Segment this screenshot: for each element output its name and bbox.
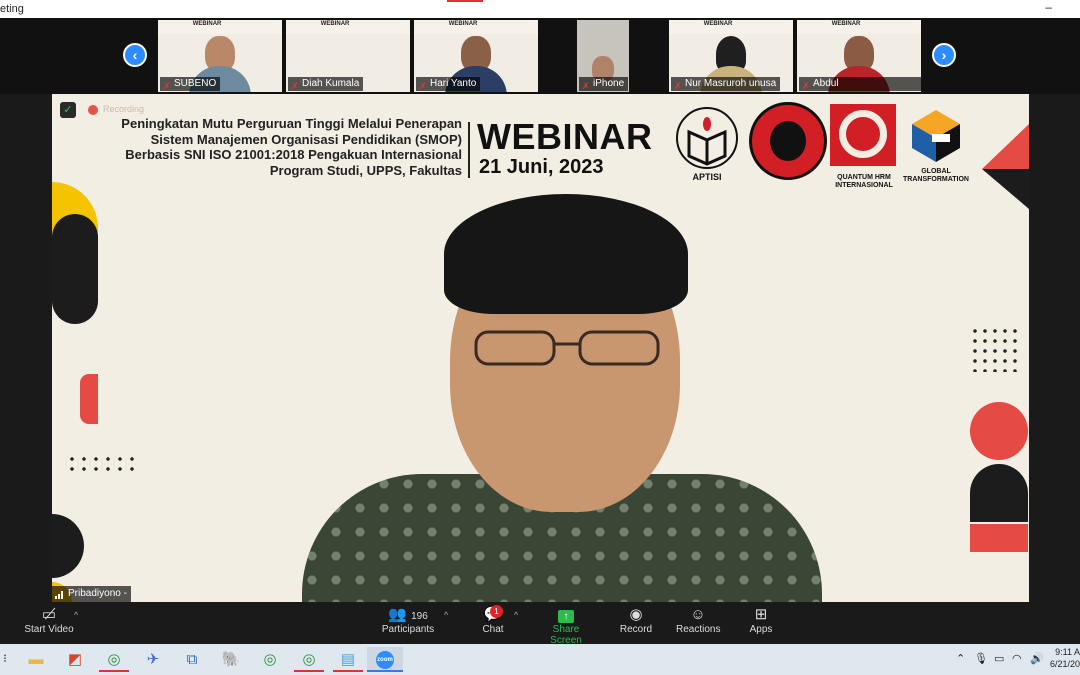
global-transformation-logo [912, 110, 960, 162]
thumb-banner: WEBINAR [797, 20, 921, 34]
main-video[interactable]: ✓ Recording Peningkatan Mutu Perguruan T… [52, 94, 1029, 602]
chrome-icon[interactable]: ◎ [99, 647, 129, 672]
recording-dot-icon [88, 105, 98, 115]
share-screen-icon: ↑ [536, 606, 596, 624]
video-off-icon: ▭̸ [41, 606, 57, 623]
app-icon[interactable]: ✈ [138, 647, 168, 672]
participant-tile[interactable]: WEBINAR ✗ Nur Masruroh unusa [669, 20, 793, 92]
window-title: eting [0, 3, 24, 15]
database-app-icon[interactable]: 🐘 [216, 647, 246, 672]
thumb-banner: WEBINAR [669, 20, 793, 34]
participant-tile[interactable]: WEBINAR ✗ Hari Yanto [414, 20, 538, 92]
mic-muted-icon: ✗ [291, 81, 299, 91]
battery-icon[interactable]: ▭ [994, 652, 1004, 665]
participant-name-label: ✗ Nur Masruroh unusa [671, 77, 781, 91]
taskbar-edge: ⁝ [3, 653, 7, 665]
decor-shape [982, 169, 1029, 209]
decor-dots [66, 454, 136, 476]
mic-muted-icon: ✗ [163, 81, 171, 91]
participant-name-label: ✗Abdul Wahid_Kemena... [799, 77, 921, 91]
notes-app-icon[interactable]: ▤ [333, 647, 363, 672]
apps-button[interactable]: ⊞ Apps [748, 606, 774, 635]
participant-name-label: ✗ SUBENO [160, 77, 221, 91]
wifi-icon[interactable]: ◠ [1012, 652, 1022, 665]
decor-shape [970, 464, 1028, 522]
zoom-app-icon[interactable]: zoom [367, 647, 403, 672]
speaker-glasses [474, 330, 660, 366]
decor-shape [80, 374, 98, 424]
reactions-icon: ☺ [690, 606, 706, 623]
taskbar: ⁝ ▬ ◩ ◎ ✈ ⧉ 🐘 ◎ ◎ ▤ zoom ⌃ 🎙 ▭ ◠ 🔊 9:11 … [0, 644, 1080, 675]
decor-shape [970, 402, 1028, 460]
mic-muted-icon: ✗ [419, 81, 427, 91]
thumb-banner: WEBINAR [414, 20, 538, 34]
record-button[interactable]: ◉ Record [618, 606, 654, 635]
thumb-banner: WEBINAR [158, 20, 282, 34]
signal-bars-icon [55, 591, 63, 599]
quantum-logo-text: QUANTUM HRM INTERNASIONAL [835, 174, 893, 189]
chrome-icon[interactable]: ◎ [255, 647, 285, 672]
global-logo-text: GLOBAL TRANSFORMATION [903, 168, 969, 183]
chevron-right-icon: › [941, 47, 947, 63]
participant-tile[interactable]: WEBINAR ✗Abdul Wahid_Kemena... [797, 20, 921, 92]
mic-muted-icon: ✗ [802, 81, 810, 91]
participant-tile[interactable]: ✗ iPhone [577, 20, 629, 92]
participant-name-label: ✗ Hari Yanto [416, 77, 481, 91]
network-app-icon[interactable]: ⧉ [177, 647, 207, 672]
chat-badge: 1 [490, 605, 503, 618]
reactions-button[interactable]: ☺ Reactions [676, 606, 720, 635]
pdf-app-icon[interactable]: ◩ [60, 647, 90, 672]
minimize-button[interactable]: – [1045, 0, 1052, 14]
chat-button[interactable]: 💬 1 Chat [478, 605, 508, 635]
participant-tile[interactable]: WEBINAR ✗ Diah Kumala [286, 20, 410, 92]
webinar-heading: WEBINAR [477, 116, 653, 157]
participants-options-caret[interactable]: ^ [444, 610, 448, 620]
file-explorer-icon[interactable]: ▬ [21, 647, 51, 672]
decor-shape [970, 524, 1028, 552]
share-screen-button[interactable]: ↑ Share Screen [536, 606, 596, 646]
banner-divider [468, 122, 470, 178]
participant-name-label: ✗ iPhone [579, 77, 629, 91]
aptisi-logo: APTISI [676, 107, 738, 182]
webinar-topic: Peningkatan Mutu Perguruan Tinggi Melalu… [121, 116, 462, 178]
decor-shape [982, 124, 1029, 169]
meeting-toolbar: ▭̸ Start Video ^ 👥 196 Participants ^ 💬 … [0, 602, 1080, 646]
gallery-prev-button[interactable]: ‹ [123, 43, 147, 67]
apps-icon: ⊞ [754, 606, 768, 623]
chrome-icon[interactable]: ◎ [294, 647, 324, 672]
speaker-name-label: Pribadiyono - [52, 586, 131, 602]
participants-button[interactable]: 👥 196 Participants [378, 606, 438, 635]
participant-tile[interactable]: WEBINAR ✗ SUBENO [158, 20, 282, 92]
participants-icon: 👥 196 [388, 606, 428, 623]
participant-name-label: ✗ Diah Kumala [288, 77, 364, 91]
window-title-bar: eting – [0, 0, 1080, 18]
record-icon: ◉ [629, 606, 643, 623]
chevron-left-icon: ‹ [132, 47, 138, 63]
microphone-tray-icon[interactable]: 🎙 [974, 652, 988, 665]
quantum-logo [830, 104, 896, 166]
tray-chevron-icon[interactable]: ⌃ [956, 652, 965, 665]
video-options-caret[interactable]: ^ [74, 610, 78, 620]
mic-muted-icon: ✗ [674, 81, 682, 91]
title-accent-bar [447, 0, 483, 2]
webinar-date: 21 Juni, 2023 [479, 156, 604, 178]
recording-label: Recording [103, 104, 145, 114]
participant-strip: ‹ › WEBINAR ✗ SUBENO WEBINAR ✗ Diah Kumala… [0, 18, 1080, 94]
university-seal-logo [749, 102, 827, 180]
decor-dots [970, 326, 1020, 372]
speaker-hair [444, 194, 688, 314]
start-video-button[interactable]: ▭̸ Start Video [20, 606, 78, 635]
decor-shape [52, 514, 84, 578]
chat-options-caret[interactable]: ^ [514, 610, 518, 620]
decor-shape [52, 214, 98, 324]
thumb-banner: WEBINAR [286, 20, 410, 34]
mic-muted-icon: ✗ [582, 81, 590, 91]
taskbar-clock[interactable]: 9:11 A 6/21/20 [1048, 646, 1080, 670]
aptisi-logo-text: APTISI [692, 172, 721, 182]
volume-icon[interactable]: 🔊 [1030, 652, 1044, 665]
gallery-next-button[interactable]: › [932, 43, 956, 67]
